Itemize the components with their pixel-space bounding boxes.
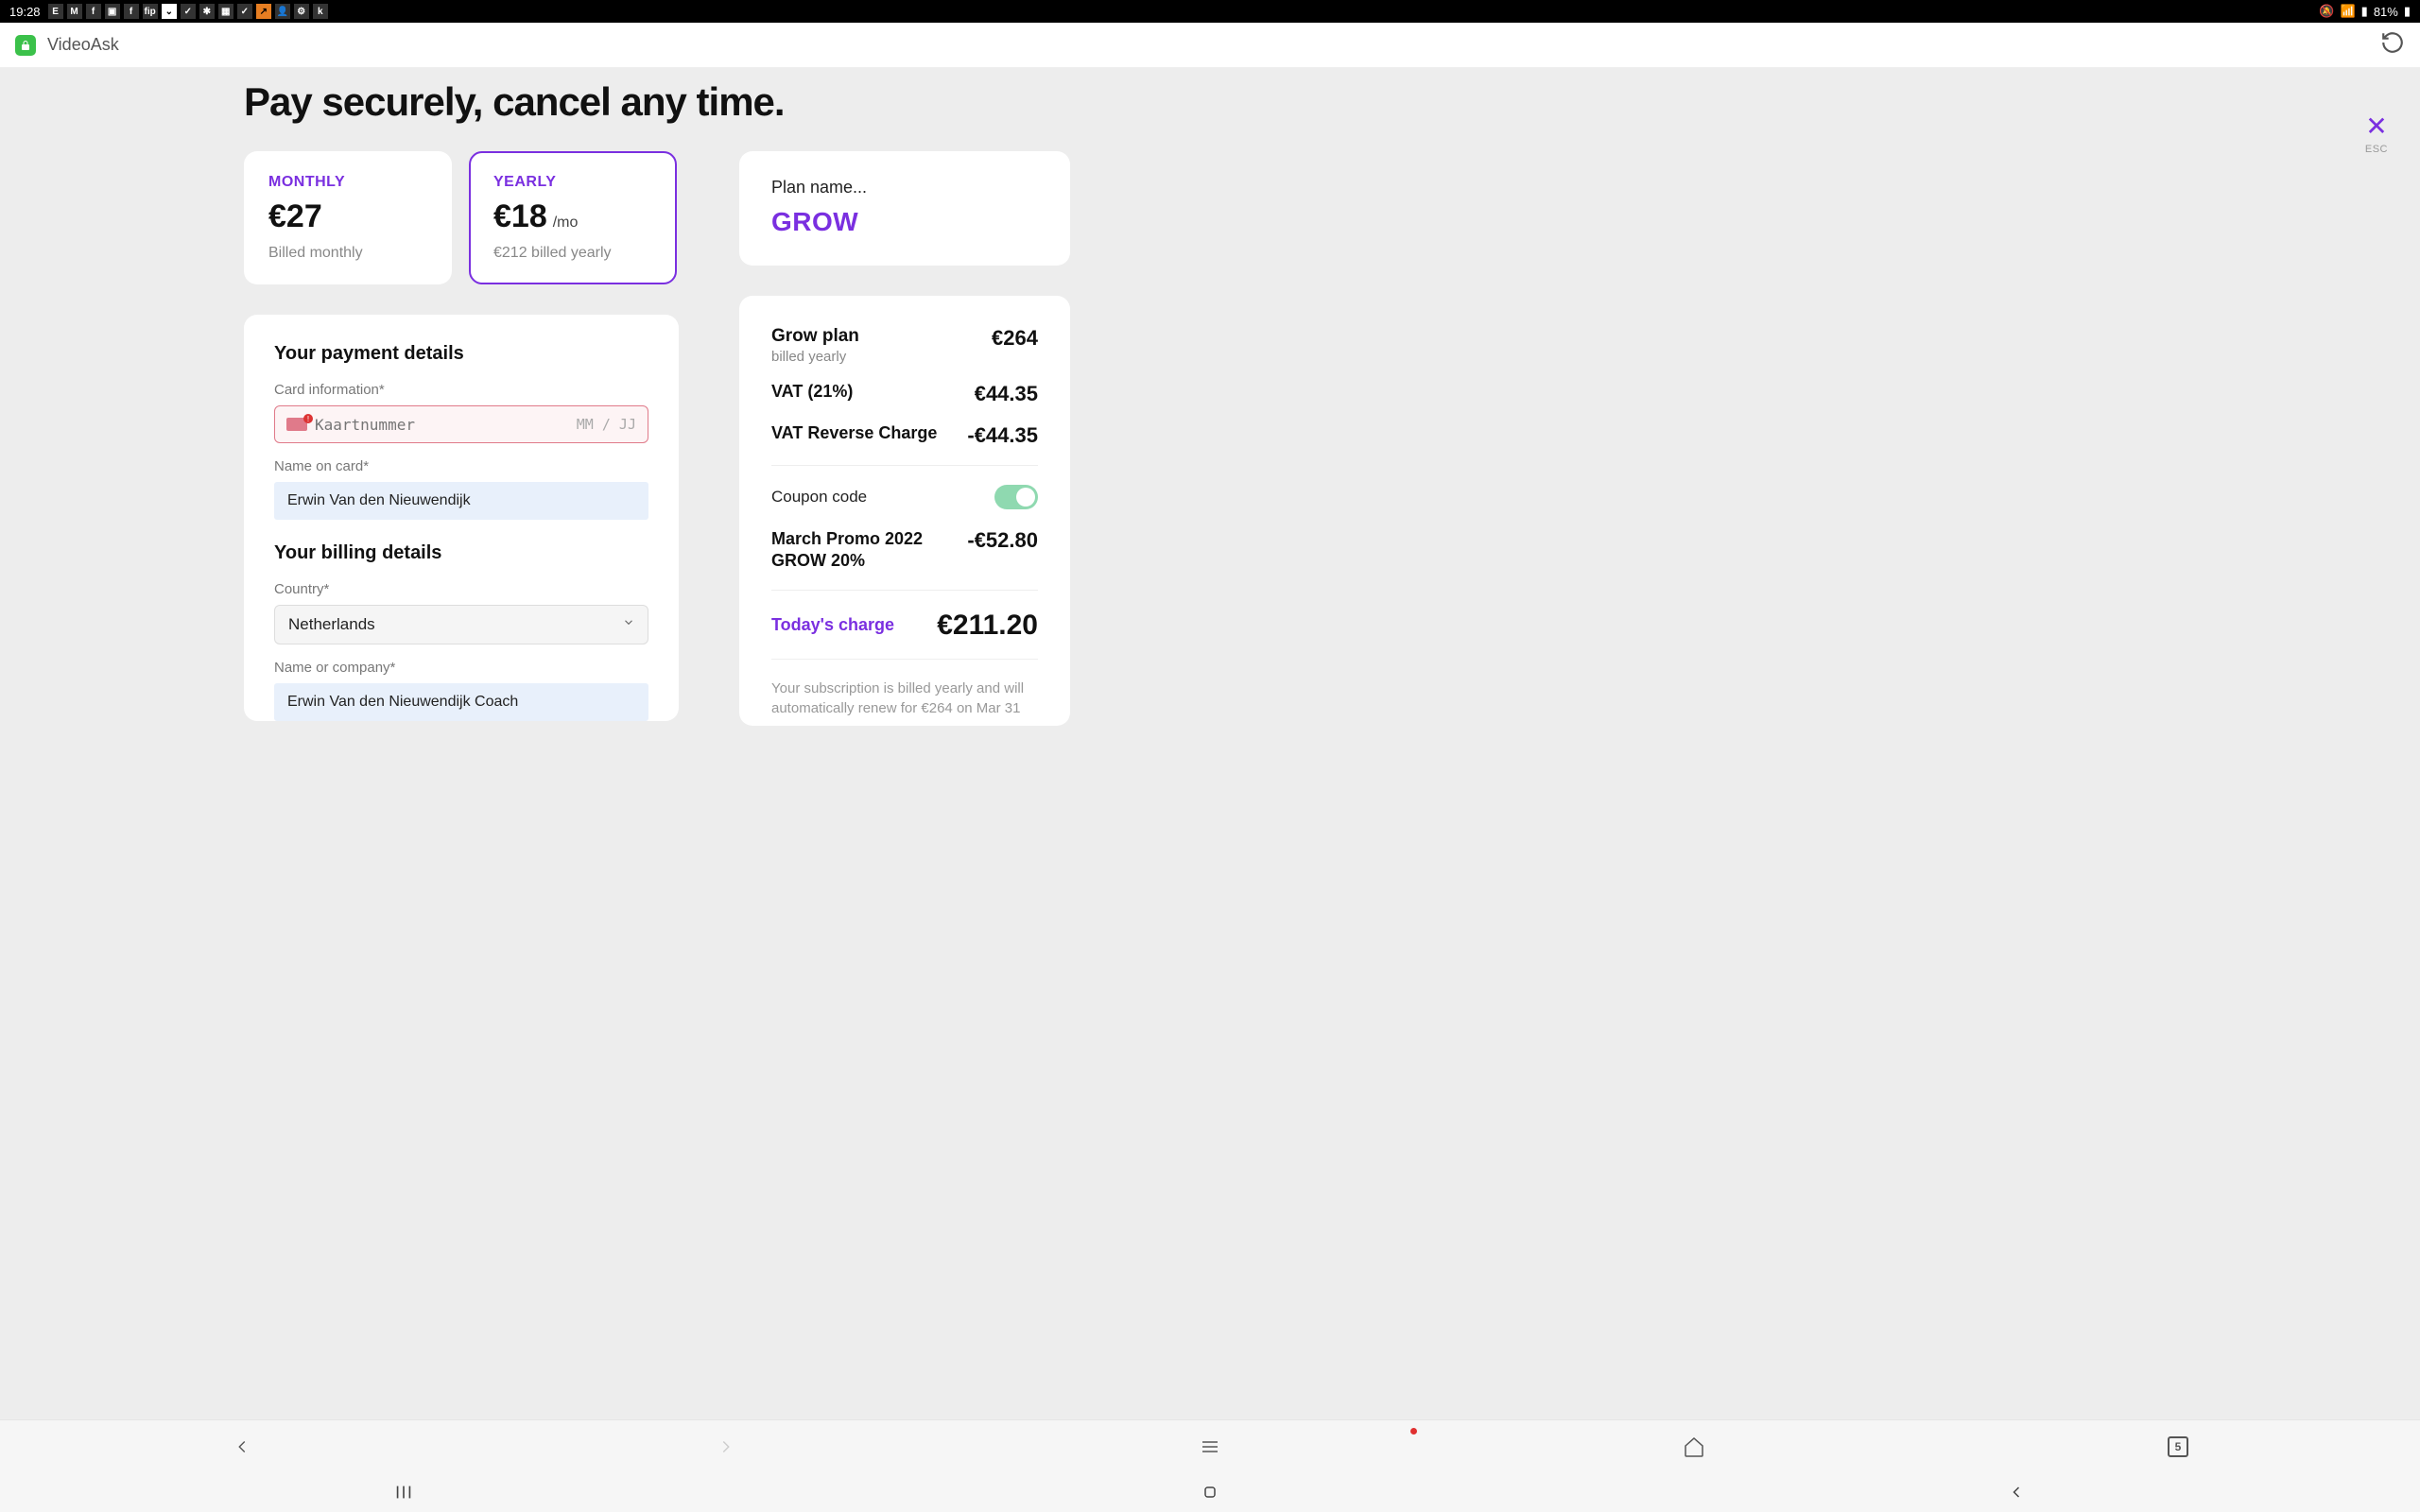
browser-home-button[interactable] (1675, 1428, 1713, 1466)
browser-address-bar[interactable]: VideoAsk (0, 23, 2420, 68)
plan-name-value: GROW (771, 207, 1038, 237)
person-icon: 👤 (275, 4, 290, 19)
summary-card: Grow plan billed yearly €264 VAT (21%) €… (739, 296, 1070, 726)
renewal-text: Your subscription is billed yearly and w… (771, 679, 1038, 718)
coupon-label: Coupon code (771, 488, 867, 507)
close-icon: ✕ (2365, 113, 2388, 140)
gear-icon: ⚙ (294, 4, 309, 19)
fip-icon: fip (143, 4, 158, 19)
divider (771, 465, 1038, 466)
plan-monthly-card[interactable]: MONTHLY €27 Billed monthly (244, 151, 452, 284)
browser-forward-button[interactable] (707, 1428, 745, 1466)
app-icon-2: ▦ (218, 4, 233, 19)
payment-section-title: Your payment details (274, 343, 648, 365)
divider-3 (771, 659, 1038, 660)
tab-count-badge: 5 (2168, 1436, 2188, 1457)
company-label: Name or company* (274, 660, 648, 676)
check-icon-2: ✓ (237, 4, 252, 19)
summary-vat-amount: €44.35 (975, 382, 1038, 406)
plan-name-label: Plan name... (771, 178, 1038, 198)
browser-back-button[interactable] (223, 1428, 261, 1466)
summary-vat-reverse-amount: -€44.35 (967, 423, 1038, 448)
aperture-icon: ✱ (199, 4, 215, 19)
refresh-button[interactable] (2380, 30, 2405, 60)
gmail-icon: M (67, 4, 82, 19)
plan-monthly-price: €27 (268, 198, 427, 235)
orange-app-icon: ↗ (256, 4, 271, 19)
android-status-bar: 19:28 E M f ▣ f fip ⌄ ✓ ✱ ▦ ✓ ↗ 👤 ⚙ k 🔕 … (0, 0, 2420, 23)
browser-menu-button[interactable] (1191, 1428, 1229, 1466)
close-button[interactable]: ✕ ESC (2365, 113, 2388, 155)
card-expiry-placeholder: MM / JJ (577, 416, 636, 433)
page-content: ✕ ESC Pay securely, cancel any time. MON… (0, 68, 2420, 1419)
payment-details-card: Your payment details Card information* M… (244, 315, 679, 721)
today-charge-amount: €211.20 (937, 610, 1038, 642)
country-label: Country* (274, 581, 648, 597)
check-icon: ✓ (181, 4, 196, 19)
summary-plan-label: Grow plan (771, 326, 859, 347)
plan-yearly-card[interactable]: YEARLY €18 /mo €212 billed yearly (469, 151, 677, 284)
plan-yearly-sub: €212 billed yearly (493, 245, 652, 262)
browser-tabs-button[interactable]: 5 (2159, 1428, 2197, 1466)
divider-2 (771, 590, 1038, 591)
plan-monthly-label: MONTHLY (268, 174, 427, 191)
facebook-icon-2: f (124, 4, 139, 19)
name-on-card-input[interactable] (274, 482, 648, 520)
app-icon: ▣ (105, 4, 120, 19)
battery-icon: ▮ (2404, 4, 2411, 19)
status-time: 19:28 (9, 5, 41, 19)
page-title: Pay securely, cancel any time. (244, 79, 2420, 125)
summary-vat-label: VAT (21%) (771, 382, 853, 402)
browser-bottom-nav: 5 (0, 1419, 2420, 1472)
card-error-icon (286, 418, 307, 431)
esc-label: ESC (2365, 144, 2388, 155)
card-input-wrapper[interactable]: MM / JJ (274, 405, 648, 443)
country-select[interactable] (274, 605, 648, 644)
k-icon: k (313, 4, 328, 19)
summary-vat-reverse-label: VAT Reverse Charge (771, 423, 937, 443)
plan-yearly-label: YEARLY (493, 174, 652, 191)
battery-percent: 81% (2374, 5, 2398, 19)
plan-yearly-permo: /mo (553, 215, 579, 232)
company-input[interactable] (274, 683, 648, 721)
mute-icon: 🔕 (2319, 4, 2334, 19)
status-notification-icons: E M f ▣ f fip ⌄ ✓ ✱ ▦ ✓ ↗ 👤 ⚙ k (48, 4, 328, 19)
site-lock-icon (15, 35, 36, 56)
home-button[interactable] (1172, 1483, 1248, 1502)
summary-billed-label: billed yearly (771, 349, 859, 365)
notification-dot-icon (1410, 1428, 1417, 1435)
facebook-icon: f (86, 4, 101, 19)
etsy-icon: E (48, 4, 63, 19)
card-number-input[interactable] (315, 416, 569, 434)
recents-button[interactable] (366, 1482, 441, 1503)
summary-plan-amount: €264 (992, 326, 1038, 351)
pocket-icon: ⌄ (162, 4, 177, 19)
promo-line-1: March Promo 2022 (771, 528, 923, 550)
plan-monthly-sub: Billed monthly (268, 245, 427, 262)
wifi-icon: 📶 (2340, 4, 2355, 19)
plan-yearly-price: €18 (493, 198, 547, 235)
name-on-card-label: Name on card* (274, 458, 648, 474)
plan-name-card: Plan name... GROW (739, 151, 1070, 266)
coupon-toggle[interactable] (994, 485, 1038, 509)
back-button[interactable] (1979, 1483, 2054, 1502)
billing-section-title: Your billing details (274, 542, 648, 564)
signal-icon: ▮ (2361, 4, 2368, 19)
card-info-label: Card information* (274, 382, 648, 398)
android-nav-bar (0, 1472, 2420, 1512)
promo-amount: -€52.80 (967, 528, 1038, 553)
promo-line-2: GROW 20% (771, 550, 923, 572)
today-charge-label: Today's charge (771, 615, 894, 635)
site-title: VideoAsk (47, 35, 119, 55)
